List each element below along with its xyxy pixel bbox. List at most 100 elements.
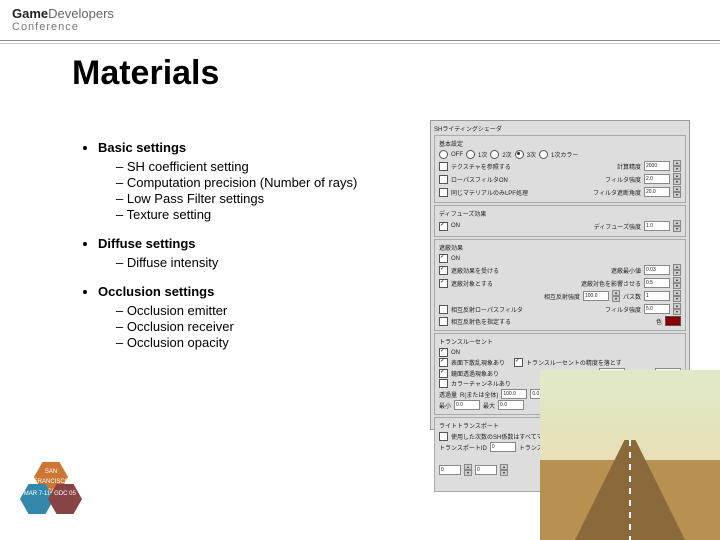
divider <box>0 40 720 44</box>
occlusion-title: 遮蔽効果 <box>439 243 681 252</box>
sub-bullet: Occlusion receiver <box>116 319 400 334</box>
bullet-item: Basic settingsSH coefficient settingComp… <box>98 140 400 222</box>
precision-input[interactable]: 2000 <box>644 161 670 171</box>
radio-label: 3次 <box>527 150 536 159</box>
chk-label: 相互反射ローパスフィルタ <box>451 305 523 314</box>
sub-bullet: Diffuse intensity <box>116 255 400 270</box>
on-checkbox[interactable] <box>439 254 448 263</box>
on-label: ON <box>451 223 460 229</box>
field-label: フィルタ強度 <box>605 175 641 184</box>
spinner[interactable]: ▴▾ <box>673 186 681 198</box>
on-label: ON <box>451 256 460 262</box>
spinner[interactable]: ▴▾ <box>673 264 681 276</box>
radio-button[interactable] <box>490 150 499 159</box>
diffuse-title: ディフューズ効果 <box>439 209 681 218</box>
on-checkbox[interactable] <box>439 222 448 231</box>
radio-button[interactable] <box>539 150 548 159</box>
chk-label: 遮蔽効果を受ける <box>451 266 499 275</box>
occl-input[interactable]: 0.5 <box>644 278 670 288</box>
field-label: R(または全体) <box>460 390 498 399</box>
checkbox[interactable] <box>439 279 448 288</box>
lt-input[interactable]: 0 <box>475 465 497 475</box>
spinner[interactable]: ▴▾ <box>673 173 681 185</box>
chk-label: 表面下散乱現象あり <box>451 358 505 367</box>
radio-label: 2次 <box>502 150 511 159</box>
lt-input[interactable]: 0 <box>439 465 461 475</box>
checkbox[interactable] <box>514 358 523 367</box>
color-swatch[interactable] <box>665 316 681 326</box>
spinner[interactable]: ▴▾ <box>612 290 620 302</box>
occl-input[interactable]: 0.03 <box>644 265 670 275</box>
road-art <box>540 370 720 540</box>
diffuse-input[interactable]: 1.0 <box>644 221 670 231</box>
trans-input[interactable]: 100.0 <box>501 389 527 399</box>
bullet-item: Occlusion settingsOcclusion emitterOcclu… <box>98 284 400 350</box>
field-label: パス数 <box>623 292 641 301</box>
sub-bullet: Texture setting <box>116 207 400 222</box>
basic-group: 基本設定 OFF1次2次3次1次カラー テクスチャを参照する計算精度2000▴▾… <box>434 135 686 203</box>
filter-input[interactable]: 2.0 <box>644 174 670 184</box>
chk-label: 相互反射色を指定する <box>451 317 511 326</box>
chk-label: ローパスフィルタON <box>451 175 508 184</box>
checkbox[interactable] <box>439 358 448 367</box>
radio-button[interactable] <box>439 150 448 159</box>
brand-dev: Developers <box>48 6 114 21</box>
occlusion-group: 遮蔽効果 ON 遮蔽効果を受ける遮蔽最小値0.03▴▾ 遮蔽対象とする遮蔽対色を… <box>434 239 686 331</box>
field-label: 計算精度 <box>617 162 641 171</box>
spinner[interactable]: ▴▾ <box>673 290 681 302</box>
on-checkbox[interactable] <box>439 348 448 357</box>
field-label: 遮蔽最小値 <box>611 266 641 275</box>
pass-input[interactable]: 1 <box>644 291 670 301</box>
checkbox[interactable] <box>439 379 448 388</box>
field-label: フィルタ強度 <box>605 305 641 314</box>
brand-game: Game <box>12 6 48 21</box>
checkbox[interactable] <box>439 432 448 441</box>
radio-button[interactable] <box>515 150 524 159</box>
field-label: 遮蔽対色を影響させる <box>581 279 641 288</box>
spinner[interactable]: ▴▾ <box>673 160 681 172</box>
filter-input[interactable]: 5.0 <box>644 304 670 314</box>
radio-label: OFF <box>451 152 463 158</box>
chk-label: トランスルーセントの精度を落とす <box>526 358 622 367</box>
chk-label: テクスチャを参照する <box>451 162 511 171</box>
sub-bullet: SH coefficient setting <box>116 159 400 174</box>
field-label: 最小 <box>439 401 451 410</box>
spinner[interactable]: ▴▾ <box>673 303 681 315</box>
sub-bullet: Occlusion emitter <box>116 303 400 318</box>
checkbox[interactable] <box>439 162 448 171</box>
angle-input[interactable]: 20.0 <box>644 187 670 197</box>
radio-label: 1次カラー <box>551 150 578 159</box>
ir-input[interactable]: 100.0 <box>583 291 609 301</box>
panel-top-title: SHライティングシェーダ <box>434 124 686 133</box>
checkbox[interactable] <box>439 266 448 275</box>
field-label: フィルタ遮断角度 <box>593 188 641 197</box>
chk-label: カラーチャンネルあり <box>451 379 511 388</box>
brand-conf: Conference <box>12 21 114 33</box>
color-label: 色 <box>656 317 662 326</box>
checkbox[interactable] <box>439 317 448 326</box>
checkbox[interactable] <box>439 305 448 314</box>
field-label: トランスポートID <box>439 443 487 452</box>
chk-label: 同じマテリアルのみLPF処理 <box>451 188 528 197</box>
basic-title: 基本設定 <box>439 139 681 148</box>
outline: Basic settingsSH coefficient settingComp… <box>80 140 400 364</box>
chk-label: 遮蔽対象とする <box>451 279 493 288</box>
max-input[interactable]: 0.0 <box>498 400 524 410</box>
sub-bullet: Low Pass Filter settings <box>116 191 400 206</box>
spinner[interactable]: ▴▾ <box>673 220 681 232</box>
diffuse-group: ディフューズ効果 ONディフューズ強度1.0▴▾ <box>434 205 686 237</box>
radio-label: 1次 <box>478 150 487 159</box>
gdc-badge: SAN FRANCISCO CA MAR 7-11 GDC 05 <box>20 462 80 522</box>
field-label: 最大 <box>483 401 495 410</box>
id-input[interactable]: 0 <box>490 442 516 452</box>
spinner[interactable]: ▴▾ <box>673 277 681 289</box>
field-label: 相互反射強度 <box>544 292 580 301</box>
checkbox[interactable] <box>439 188 448 197</box>
min-input[interactable]: 0.0 <box>454 400 480 410</box>
checkbox[interactable] <box>439 369 448 378</box>
spinner[interactable]: ▴▾ <box>500 464 508 476</box>
checkbox[interactable] <box>439 175 448 184</box>
conference-brand: GameDevelopers Conference <box>12 6 114 33</box>
radio-button[interactable] <box>466 150 475 159</box>
spinner[interactable]: ▴▾ <box>464 464 472 476</box>
